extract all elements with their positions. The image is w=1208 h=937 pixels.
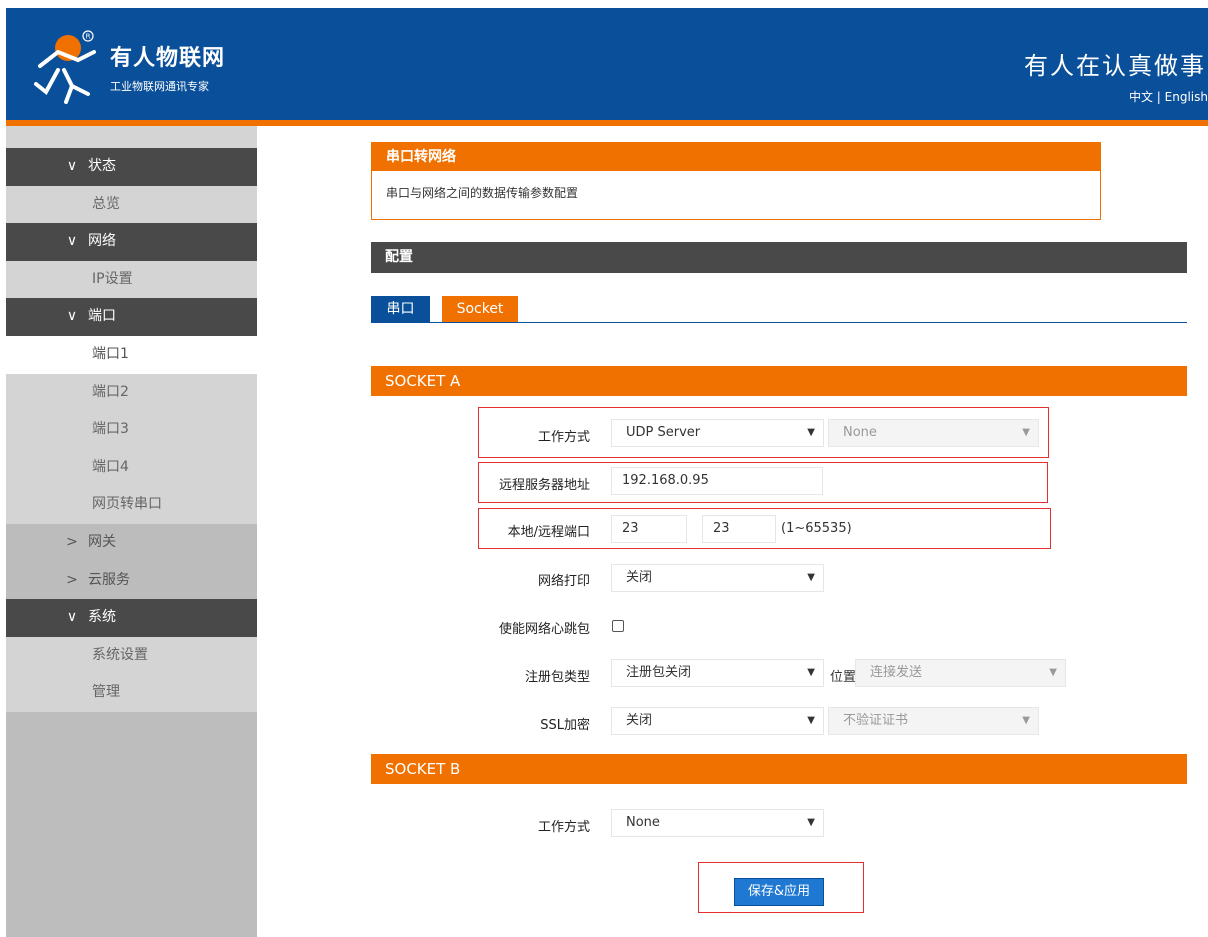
position-value: 连接发送 [870, 665, 923, 680]
sidebar-item-overview[interactable]: 总览 [6, 185, 257, 224]
chevron-down-icon: ▼ [1022, 427, 1030, 438]
register-type-select[interactable]: 注册包关闭 ▼ [611, 659, 824, 687]
chevron-down-icon: ▼ [807, 572, 815, 583]
sidebar-item-label: 网页转串口 [92, 496, 162, 513]
sidebar-group-port[interactable]: ∨ 端口 [6, 298, 257, 336]
panel-title: 串口转网络 [372, 143, 1100, 171]
net-print-select[interactable]: 关闭 ▼ [611, 564, 824, 592]
chevron-down-icon: ▼ [1049, 667, 1057, 678]
panel-description: 串口与网络之间的数据传输参数配置 [386, 186, 579, 200]
sidebar-item-label: 端口 [88, 308, 116, 325]
ssl-select[interactable]: 关闭 ▼ [611, 707, 824, 735]
position-label: 位置 [830, 670, 857, 685]
chevron-down-icon: ▼ [1022, 715, 1030, 726]
info-panel: 串口转网络 串口与网络之间的数据传输参数配置 [371, 142, 1101, 220]
sidebar-group-network[interactable]: ∨ 网络 [6, 223, 257, 261]
sidebar-item-label: 系统 [88, 609, 116, 626]
sidebar-item-label: 端口3 [92, 421, 129, 438]
chevron-down-icon: ▼ [807, 667, 815, 678]
register-label: 注册包类型 [524, 670, 590, 685]
sidebar-item-port4[interactable]: 端口4 [6, 448, 257, 487]
save-apply-button[interactable]: 保存&应用 [734, 878, 824, 906]
work-mode-value: UDP Server [626, 425, 701, 440]
sidebar-item-label: 系统设置 [92, 646, 148, 663]
tab-bar: 串口 Socket [371, 296, 1187, 323]
chevron-right-icon: > [66, 533, 78, 550]
slogan: 有人在认真做事 [1024, 52, 1206, 80]
sidebar-group-gateway[interactable]: > 网关 [6, 523, 257, 562]
remote-addr-input[interactable]: 192.168.0.95 [611, 467, 823, 495]
top-header: R 有人物联网 工业物联网通讯专家 有人在认真做事 中文 | English [6, 8, 1208, 120]
register-type-value: 注册包关闭 [626, 665, 692, 680]
sidebar-group-system[interactable]: ∨ 系统 [6, 599, 257, 637]
socket-b-work-mode-value: None [626, 815, 660, 830]
chevron-down-icon: ▼ [807, 715, 815, 726]
local-port-input[interactable]: 23 [611, 515, 687, 543]
sidebar-item-label: 网关 [88, 533, 116, 550]
chevron-down-icon: ∨ [66, 233, 78, 250]
sidebar-item-label: 云服务 [88, 571, 130, 588]
socket-b-work-mode-label: 工作方式 [537, 820, 590, 835]
chevron-down-icon: ▼ [807, 427, 815, 438]
sidebar-item-port1[interactable]: 端口1 [6, 335, 257, 374]
sidebar: ∨ 状态 总览 ∨ 网络 IP设置 ∨ 端口 端口1 端口2 端口3 端口4 网页转串… [6, 126, 257, 937]
sidebar-top-spacer [6, 126, 257, 148]
ssl-value: 关闭 [626, 713, 653, 728]
tab-serial[interactable]: 串口 [371, 296, 430, 322]
chevron-down-icon: ∨ [66, 308, 78, 325]
sidebar-item-web-serial[interactable]: 网页转串口 [6, 486, 257, 524]
sidebar-item-label: 端口2 [92, 383, 129, 400]
sidebar-group-cloud[interactable]: > 云服务 [6, 561, 257, 600]
socket-b-header: SOCKET B [371, 754, 1187, 784]
socket-a-header: SOCKET A [371, 366, 1187, 396]
cert-select[interactable]: 不验证证书 ▼ [828, 707, 1039, 735]
heartbeat-label: 使能网络心跳包 [498, 622, 590, 637]
position-select[interactable]: 连接发送 ▼ [855, 659, 1066, 687]
chevron-down-icon: ∨ [66, 609, 78, 626]
remote-port-input[interactable]: 23 [702, 515, 776, 543]
language-switch[interactable]: 中文 | English [1129, 88, 1208, 105]
work-mode-secondary-value: None [843, 425, 877, 440]
tab-socket[interactable]: Socket [442, 296, 518, 322]
brand-tagline: 工业物联网通讯专家 [110, 80, 209, 93]
ssl-label: SSL加密 [540, 718, 590, 733]
port-range-hint: (1~65535) [781, 521, 852, 536]
chevron-down-icon: ▼ [807, 817, 815, 828]
sidebar-item-label: 端口1 [92, 345, 129, 362]
main-content: 串口转网络 串口与网络之间的数据传输参数配置 配置 串口 Socket SOCK… [257, 126, 1208, 937]
cert-value: 不验证证书 [843, 713, 909, 728]
sidebar-item-port2[interactable]: 端口2 [6, 373, 257, 412]
sidebar-item-ip-settings[interactable]: IP设置 [6, 260, 257, 299]
sidebar-item-label: 总览 [92, 195, 120, 212]
sidebar-item-system-settings[interactable]: 系统设置 [6, 636, 257, 675]
ports-label: 本地/远程端口 [507, 525, 590, 540]
sidebar-item-manage[interactable]: 管理 [6, 674, 257, 712]
sidebar-item-label: IP设置 [92, 270, 133, 287]
heartbeat-checkbox[interactable] [612, 620, 624, 632]
sidebar-item-label: 端口4 [92, 458, 129, 475]
net-print-value: 关闭 [626, 570, 653, 585]
remote-addr-label: 远程服务器地址 [498, 478, 590, 493]
brand-name: 有人物联网 [110, 46, 226, 71]
work-mode-secondary-select[interactable]: None ▼ [828, 419, 1039, 447]
svg-text:R: R [86, 33, 91, 41]
logo-person-icon: R [34, 30, 96, 104]
sidebar-item-label: 网络 [88, 233, 116, 250]
sidebar-item-label: 状态 [88, 158, 116, 174]
socket-b-work-mode-select[interactable]: None ▼ [611, 809, 824, 837]
net-print-label: 网络打印 [537, 574, 590, 589]
chevron-down-icon: ∨ [66, 158, 78, 174]
work-mode-select[interactable]: UDP Server ▼ [611, 419, 824, 447]
work-mode-label: 工作方式 [537, 430, 590, 445]
chevron-right-icon: > [66, 571, 78, 588]
sidebar-item-label: 管理 [92, 684, 120, 701]
sidebar-group-status[interactable]: ∨ 状态 [6, 148, 257, 186]
config-title: 配置 [371, 242, 1187, 273]
sidebar-item-port3[interactable]: 端口3 [6, 411, 257, 449]
